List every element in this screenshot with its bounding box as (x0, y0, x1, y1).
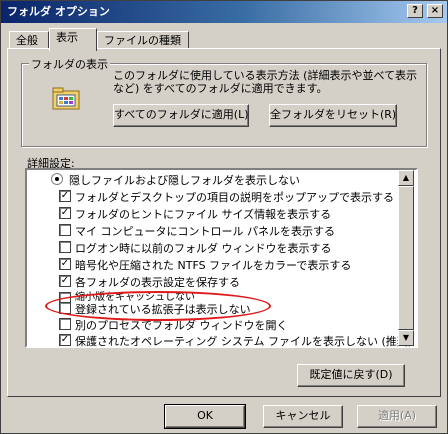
checkmark-icon: ✓ (60, 190, 70, 201)
list-item: ログオン時に以前のフォルダ ウィンドウを表示する (75, 242, 332, 255)
list-item: 保護されたオペレーティング システム ファイルを表示しない (推奨) (75, 335, 413, 348)
cancel-label: キャンセル (275, 409, 331, 422)
window-title: フォルダ オプション (7, 5, 110, 18)
checkbox[interactable] (59, 302, 71, 314)
scroll-down-button[interactable]: ▼ (398, 330, 414, 346)
reset-all-folders-button[interactable]: 全フォルダをリセット(R) (269, 104, 397, 127)
apply-label: 適用(A) (377, 409, 417, 422)
folder-view-legend: フォルダの表示 (29, 56, 110, 72)
description-line-1: このフォルダに使用している表示方法 (詳細表示や並べて表示 (113, 69, 418, 82)
arrow-down-icon: ▼ (402, 333, 410, 342)
title-bar: フォルダ オプション ? × (1, 1, 447, 23)
list-item: 隠しファイルおよび隠しフォルダを表示しない (69, 174, 300, 187)
scroll-thumb[interactable] (398, 186, 414, 330)
folder-view-icon (52, 87, 80, 110)
apply-to-all-folders-label: すべてのフォルダに適用(L) (114, 108, 249, 121)
restore-defaults-label: 既定値に戻す(D) (309, 368, 393, 381)
ok-button[interactable]: OK (164, 404, 246, 429)
ok-label: OK (197, 409, 213, 422)
help-icon: ? (412, 5, 418, 16)
checkbox[interactable]: ✓ (59, 190, 71, 202)
list-item: フォルダとデスクトップの項目の説明をポップアップで表示する (75, 191, 394, 204)
list-item: 別のプロセスでフォルダ ウィンドウを開く (75, 319, 288, 332)
description-line-2: など) をすべてのフォルダに適用できます。 (113, 82, 328, 95)
scroll-up-button[interactable]: ▲ (398, 170, 414, 186)
checkmark-icon: ✓ (60, 275, 70, 286)
checkbox[interactable] (59, 318, 71, 330)
checkbox[interactable] (59, 224, 71, 236)
apply-to-all-folders-button[interactable]: すべてのフォルダに適用(L) (113, 104, 249, 127)
cancel-button[interactable]: キャンセル (263, 405, 343, 428)
tab-general-label: 全般 (16, 34, 38, 47)
reset-all-folders-label: 全フォルダをリセット(R) (270, 108, 397, 121)
list-scrollbar[interactable]: ▲ ▼ (398, 170, 414, 346)
folder-options-dialog: フォルダ オプション ? × 全般 表示 ファイルの種類 フォルダの表示 このフ… (0, 0, 448, 434)
restore-defaults-button[interactable]: 既定値に戻す(D) (297, 364, 405, 387)
checkmark-icon: ✓ (60, 207, 70, 218)
checkbox[interactable]: ✓ (59, 207, 71, 219)
list-item: 登録されている拡張子は表示しない (75, 303, 251, 316)
radio-button[interactable] (51, 173, 63, 185)
checkmark-icon: ✓ (60, 334, 70, 345)
tab-view-label: 表示 (56, 31, 78, 44)
help-button[interactable]: ? (407, 4, 423, 18)
close-icon: × (430, 5, 440, 16)
close-button[interactable]: × (427, 4, 443, 18)
checkmark-icon: ✓ (60, 258, 70, 269)
checkbox[interactable] (59, 241, 71, 253)
apply-button[interactable]: 適用(A) (357, 405, 437, 428)
list-item: フォルダのヒントにファイル サイズ情報を表示する (75, 208, 332, 221)
list-item: 暗号化や圧縮された NTFS ファイルをカラーで表示する (75, 259, 352, 272)
tab-view[interactable]: 表示 (49, 28, 97, 51)
checkbox[interactable]: ✓ (59, 275, 71, 287)
tab-file-types-label: ファイルの種類 (104, 34, 181, 47)
list-item: マイ コンピュータにコントロール パネルを表示する (75, 225, 335, 238)
folder-view-description: このフォルダに使用している表示方法 (詳細表示や並べて表示 など) をすべてのフ… (113, 69, 423, 95)
checkbox[interactable]: ✓ (59, 258, 71, 270)
checkbox[interactable]: ✓ (59, 334, 71, 346)
arrow-up-icon: ▲ (402, 173, 410, 182)
